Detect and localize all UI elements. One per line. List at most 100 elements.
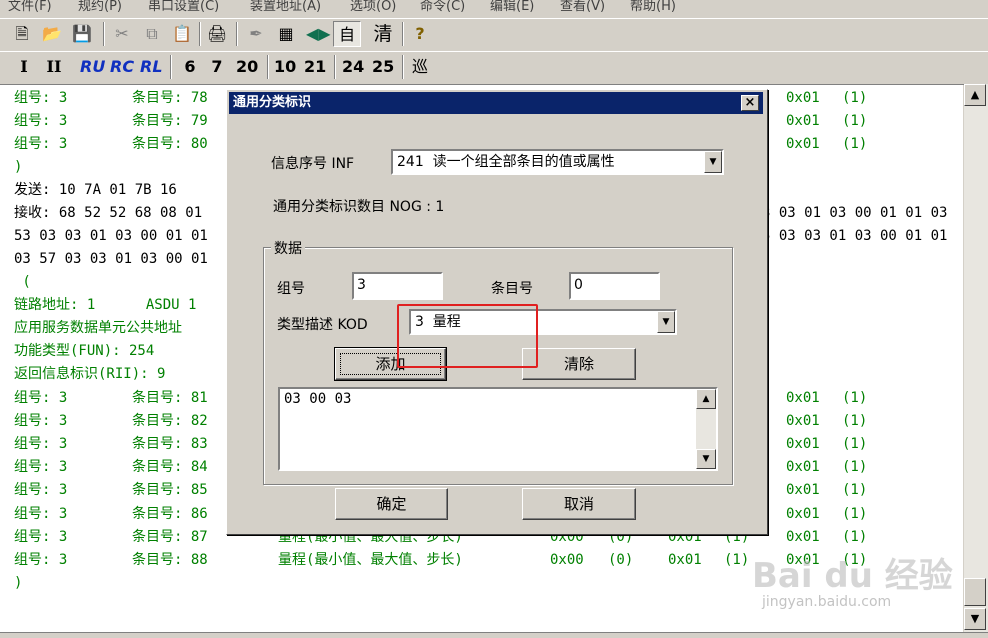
help-icon[interactable]: ? (408, 21, 432, 47)
tool-rc[interactable]: RC (108, 54, 136, 80)
ok-button[interactable]: 确定 (335, 488, 448, 520)
arrows-icon[interactable]: ◀▶ (304, 21, 333, 47)
tool-24[interactable]: 24 (340, 54, 366, 80)
scroll-down-arrow-icon[interactable]: ▼ (696, 449, 716, 469)
dialog-title: 通用分类标识 (233, 95, 312, 110)
toolbar-main: 🗎 📂 💾 ✂ ⧉ 📋 🖨 ✒ ▦ ◀▶ 自 清 ? (0, 18, 988, 52)
tool-rl[interactable]: RL (138, 54, 165, 80)
cut-icon[interactable]: ✂ (110, 21, 134, 47)
scroll-thumb[interactable] (964, 578, 986, 606)
clear-button[interactable]: 清 (369, 21, 397, 47)
cancel-button[interactable]: 取消 (522, 488, 636, 520)
tool-6[interactable]: 6 (178, 54, 202, 80)
log-line: 组号: 3 条目号: 79 0x01 (1) (14, 113, 868, 129)
nog-label: 通用分类标识数目 NOG : 1 (273, 199, 445, 215)
group-number-value: 3 (357, 277, 366, 293)
toolbar-separator (199, 22, 201, 46)
menu-device-address[interactable]: 装置地址(A) (250, 0, 321, 14)
menu-options[interactable]: 选项(O) (350, 0, 396, 14)
tool-ii[interactable]: II (42, 54, 66, 80)
toolbar-secondary: I II RU RC RL 6 7 20 10 21 24 25 巡 (0, 51, 988, 85)
menu-protocol[interactable]: 规约(P) (78, 0, 122, 14)
log-line: 组号: 3 条目号: 82 0x01 (1) (14, 413, 868, 429)
entries-memo[interactable]: 03 00 03 ▲ ▼ (278, 387, 718, 471)
print-icon[interactable]: 🖨 (205, 21, 229, 47)
log-line: 组号: 3 条目号: 83 0x01 (1) (14, 436, 868, 452)
new-file-icon[interactable]: 🗎 (10, 21, 34, 47)
tool-25[interactable]: 25 (370, 54, 396, 80)
log-line: 组号: 3 条目号: 80 0x01 (1) (14, 136, 868, 152)
chevron-down-icon[interactable]: ▼ (657, 311, 675, 333)
pen-icon[interactable]: ✒ (244, 21, 268, 47)
tool-10[interactable]: 10 (272, 54, 298, 80)
entry-number-label: 条目号 (491, 281, 533, 297)
toolbar-separator (236, 22, 238, 46)
dialog-titlebar[interactable]: 通用分类标识 × (229, 92, 763, 114)
log-line: 返回信息标识(RII): 9 (14, 366, 166, 382)
chevron-down-icon[interactable]: ▼ (704, 151, 722, 173)
log-line: ) (14, 575, 23, 591)
menu-serial[interactable]: 串口设置(C) (148, 0, 219, 14)
memo-scrollbar[interactable]: ▲ ▼ (696, 389, 716, 469)
save-icon[interactable]: 💾 (70, 21, 94, 47)
menu-command[interactable]: 命令(C) (420, 0, 465, 14)
scroll-down-arrow-icon[interactable]: ▼ (964, 608, 986, 630)
toolbar-separator (170, 55, 172, 79)
log-recv-line: 接收: 68 52 52 68 08 01 3 03 01 03 00 01 01… (14, 205, 948, 221)
highlight-box (397, 304, 538, 368)
auto-button[interactable]: 自 (333, 21, 361, 47)
inf-select-value: 241 读一个组全部条目的值或属性 (397, 154, 615, 170)
clear-list-button[interactable]: 清除 (522, 348, 636, 380)
log-line: 组号: 3 条目号: 84 0x01 (1) (14, 459, 868, 475)
menu-view[interactable]: 查看(V) (560, 0, 605, 14)
entry-number-value: 0 (574, 277, 583, 293)
log-line: ( (14, 274, 31, 290)
log-line: 应用服务数据单元公共地址 (14, 320, 182, 336)
close-icon[interactable]: × (741, 95, 759, 111)
log-line: 组号: 3 条目号: 86 0x01 (1) (14, 506, 868, 522)
watermark-logo: Bai du 经验 (752, 556, 953, 596)
watermark-url: jingyan.baidu.com (762, 594, 892, 610)
log-line: 组号: 3 条目号: 81 0x01 (1) (14, 390, 868, 406)
scroll-up-arrow-icon[interactable]: ▲ (696, 389, 716, 409)
menu-edit[interactable]: 编辑(E) (490, 0, 534, 14)
menu-help[interactable]: 帮助(H) (630, 0, 676, 14)
tool-i[interactable]: I (12, 54, 36, 80)
toolbar-separator (402, 22, 404, 46)
calculator-icon[interactable]: ▦ (274, 21, 298, 47)
log-line: 03 57 03 03 01 03 00 01 (14, 251, 208, 267)
memo-text: 03 00 03 (284, 391, 352, 407)
log-line: 组号: 3 条目号: 87 量程(最小值、最大值、步长) 0x00 (0) 0x01 (1)… (14, 529, 868, 545)
tool-ru[interactable]: RU (78, 54, 107, 80)
scroll-up-arrow-icon[interactable]: ▲ (964, 84, 986, 106)
log-line: 组号: 3 条目号: 88 量程(最小值、最大值、步长) 0x00 (0) 0x01 (1)… (14, 552, 868, 568)
open-folder-icon[interactable]: 📂 (40, 21, 64, 47)
status-bar (0, 632, 988, 638)
copy-icon[interactable]: ⧉ (140, 21, 164, 47)
toolbar-separator (267, 55, 269, 79)
toolbar-separator (103, 22, 105, 46)
log-line: 53 03 03 01 03 00 01 01 5 03 03 01 03 00 … (14, 228, 948, 244)
log-line: 功能类型(FUN): 254 (14, 343, 155, 359)
kod-label: 类型描述 KOD (277, 317, 368, 333)
group-number-input[interactable]: 3 (352, 272, 443, 300)
menu-file[interactable]: 文件(F) (8, 0, 52, 14)
paste-icon[interactable]: 📋 (170, 21, 194, 47)
inf-label: 信息序号 INF (271, 156, 355, 172)
tool-20[interactable]: 20 (234, 54, 260, 80)
log-scrollbar[interactable]: ▲ ▼ (964, 84, 988, 632)
patrol-button[interactable]: 巡 (408, 54, 432, 80)
log-line: ) (14, 159, 23, 175)
toolbar-separator (334, 55, 336, 79)
data-group-title: 数据 (271, 238, 305, 258)
entry-number-input[interactable]: 0 (569, 272, 660, 300)
toolbar-separator (402, 55, 404, 79)
log-line: 组号: 3 条目号: 85 0x01 (1) (14, 482, 868, 498)
log-line: 链路地址: 1 ASDU 1 (14, 297, 197, 313)
tool-21[interactable]: 21 (302, 54, 328, 80)
log-send-line: 发送: 10 7A 01 7B 16 (14, 182, 177, 198)
log-line: 组号: 3 条目号: 78 0x01 (1) (14, 90, 868, 106)
menu-bar: 文件(F) 规约(P) 串口设置(C) 装置地址(A) 选项(O) 命令(C) … (0, 0, 988, 17)
tool-7[interactable]: 7 (205, 54, 229, 80)
inf-select[interactable]: 241 读一个组全部条目的值或属性 ▼ (391, 149, 724, 175)
